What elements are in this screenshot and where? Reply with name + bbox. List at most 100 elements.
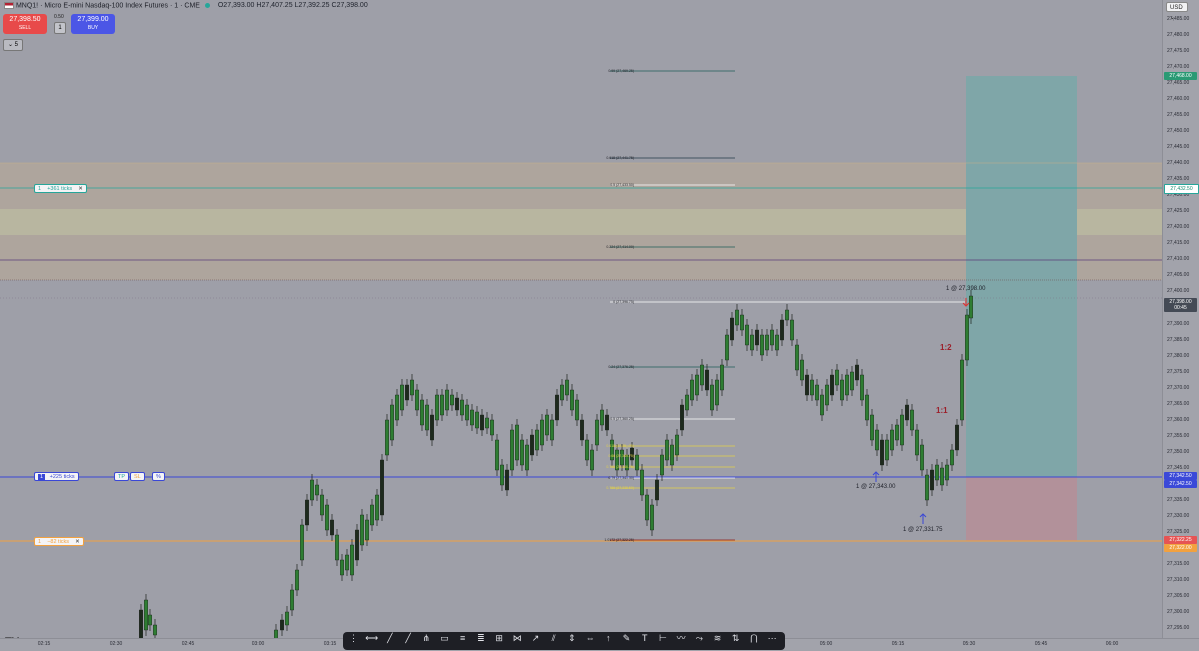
price-tick-label: 27,305.00 — [1167, 592, 1190, 599]
candle-body — [880, 439, 885, 466]
candle-body — [365, 519, 370, 541]
candle-body — [895, 424, 900, 441]
close-icon[interactable]: ✕ — [78, 186, 83, 192]
sell-button[interactable]: 27,398.50 SELL — [3, 14, 47, 34]
bar-countdown: 00:45 — [1174, 305, 1187, 311]
entry-price-tag: 27,342.50 — [1164, 472, 1197, 480]
price-tick-label: 27,370.00 — [1167, 384, 1190, 391]
candle-body — [505, 469, 510, 491]
fib-label: 0.5 (27,433.50) — [610, 183, 634, 187]
close-icon[interactable]: ✕ — [75, 539, 80, 545]
forecast-icon[interactable]: ↗ — [529, 632, 542, 645]
fib-label: 0.5 (27,360.25) — [610, 417, 634, 421]
entry-order-pill[interactable]: 1 +225 ticks — [34, 472, 79, 481]
time-tick-label: 05:45 — [1034, 641, 1048, 647]
candle-body — [805, 374, 810, 396]
candle-body — [680, 404, 685, 431]
long-position-icon[interactable]: ⫽ — [547, 632, 560, 645]
candle-body — [940, 467, 945, 486]
price-tick-label: 27,385.00 — [1167, 336, 1190, 343]
measure-icon[interactable]: ⊢ — [656, 632, 669, 645]
arrow-icon[interactable]: ↑ — [602, 632, 615, 645]
pattern-icon[interactable]: ⋈ — [511, 632, 524, 645]
grip-icon[interactable]: ⋮ — [347, 632, 360, 645]
last-price-tag: 27,398.00 00:45 — [1164, 298, 1197, 312]
price-tick-label: 27,405.00 — [1167, 272, 1190, 279]
fib-retracement-icon[interactable]: ≣ — [474, 632, 487, 645]
rectangle-icon[interactable]: ▭ — [438, 632, 451, 645]
candle-body — [325, 504, 330, 531]
price-tick-label: 27,295.00 — [1167, 625, 1190, 631]
sl-order-pill[interactable]: 1 −82 ticks ✕ — [34, 537, 84, 546]
magnet-icon[interactable]: ⋂ — [747, 632, 760, 645]
price-tick-label: 27,355.00 — [1167, 432, 1190, 439]
parallel-channel-icon[interactable]: ≡ — [456, 632, 469, 645]
candle-body — [925, 474, 930, 501]
fib-label: 0.79 (27,341.50) — [608, 476, 634, 480]
text-icon[interactable]: T — [638, 632, 651, 645]
candle-body — [450, 394, 455, 406]
projection-icon[interactable]: ⇅ — [729, 632, 742, 645]
candle-body — [138, 609, 143, 638]
candle-body — [825, 384, 830, 406]
candle-body — [760, 334, 765, 356]
zigzag-icon[interactable]: 〰 — [675, 632, 688, 645]
currency-selector[interactable]: USD ⌄ — [1166, 2, 1188, 21]
more-icon[interactable]: ⋯ — [766, 632, 779, 645]
candle-body — [315, 484, 320, 496]
fib-label: 1.0172 (27,322.25) — [604, 538, 634, 542]
entry-order-qty: 1 — [38, 474, 46, 480]
candle-body — [730, 317, 735, 341]
chart-canvas[interactable] — [0, 0, 1162, 638]
time-tick-label: 05:30 — [962, 641, 976, 647]
candle-body — [765, 334, 770, 351]
candle-body — [465, 404, 470, 421]
fib-channel-icon[interactable]: ≋ — [711, 632, 724, 645]
chart-area[interactable]: MNQ1! · Micro E-mini Nasdaq-100 Index Fu… — [0, 0, 1162, 638]
gann-icon[interactable]: ⊞ — [493, 632, 506, 645]
candle-body — [515, 424, 520, 461]
candle-body — [960, 359, 965, 421]
chart-header: MNQ1! · Micro E-mini Nasdaq-100 Index Fu… — [4, 2, 368, 9]
price-tick-label: 27,310.00 — [1167, 576, 1190, 583]
candle-body — [370, 504, 375, 526]
quantity-box[interactable]: 1 — [54, 22, 66, 34]
date-range-icon[interactable]: ⇔ — [584, 632, 597, 645]
candle-body — [900, 414, 905, 446]
candle-body — [143, 599, 148, 631]
price-tick-label: 27,380.00 — [1167, 352, 1190, 359]
horizontal-line-icon[interactable]: ⟷ — [365, 632, 378, 645]
candle-body — [835, 369, 840, 386]
sl-button[interactable]: SL — [130, 472, 145, 481]
drawing-toolbar[interactable]: ⋮ ⟷ ╱ ╱ ⋔ ▭ ≡ ≣ ⊞ ⋈ ↗ ⫽ ⇕ ⇔ ↑ ✎ T ⊢ 〰 ⤳ ≋ ⇅ ⋂ ⋯ — [343, 632, 785, 650]
price-axis[interactable]: USD ⌄ 27,485.00 27,480.00 27,475.00 27,470.… — [1162, 0, 1199, 638]
candle-body — [655, 479, 660, 501]
brush-icon[interactable]: ✎ — [620, 632, 633, 645]
symbol-title[interactable]: MNQ1! · Micro E-mini Nasdaq-100 Index Fu… — [16, 2, 200, 9]
candle-body — [955, 424, 960, 451]
candle-body — [355, 529, 360, 561]
path-icon[interactable]: ⤳ — [693, 632, 706, 645]
sl-price-tag: 27,322.00 — [1164, 544, 1197, 552]
fib-label: 0.24 (27,376.25) — [608, 365, 634, 369]
sell-label: SELL — [18, 25, 32, 31]
candle-body — [870, 414, 875, 441]
candle-body — [455, 397, 460, 411]
trend-line-icon[interactable]: ╱ — [383, 632, 396, 645]
buy-price: 27,399.00 — [77, 16, 109, 23]
tp-button[interactable]: TP — [114, 472, 130, 481]
pitchfork-icon[interactable]: ⋔ — [420, 632, 433, 645]
tp-order-pill[interactable]: 1 +361 ticks ✕ — [34, 184, 87, 193]
time-tick-label: 05:00 — [819, 641, 833, 647]
tp-zone — [966, 76, 1077, 477]
buy-button[interactable]: 27,399.00 BUY — [71, 14, 115, 34]
price-tick-label: 27,440.00 — [1167, 160, 1190, 167]
candle-body — [305, 499, 310, 526]
percent-button[interactable]: % — [152, 472, 165, 481]
candle-body — [740, 314, 745, 331]
ray-icon[interactable]: ╱ — [402, 632, 415, 645]
tp-order-qty: 1 — [38, 186, 42, 192]
price-range-icon[interactable]: ⇕ — [565, 632, 578, 645]
indicators-toggle[interactable]: ⌄ 5 — [3, 39, 23, 51]
candle-body — [395, 394, 400, 421]
